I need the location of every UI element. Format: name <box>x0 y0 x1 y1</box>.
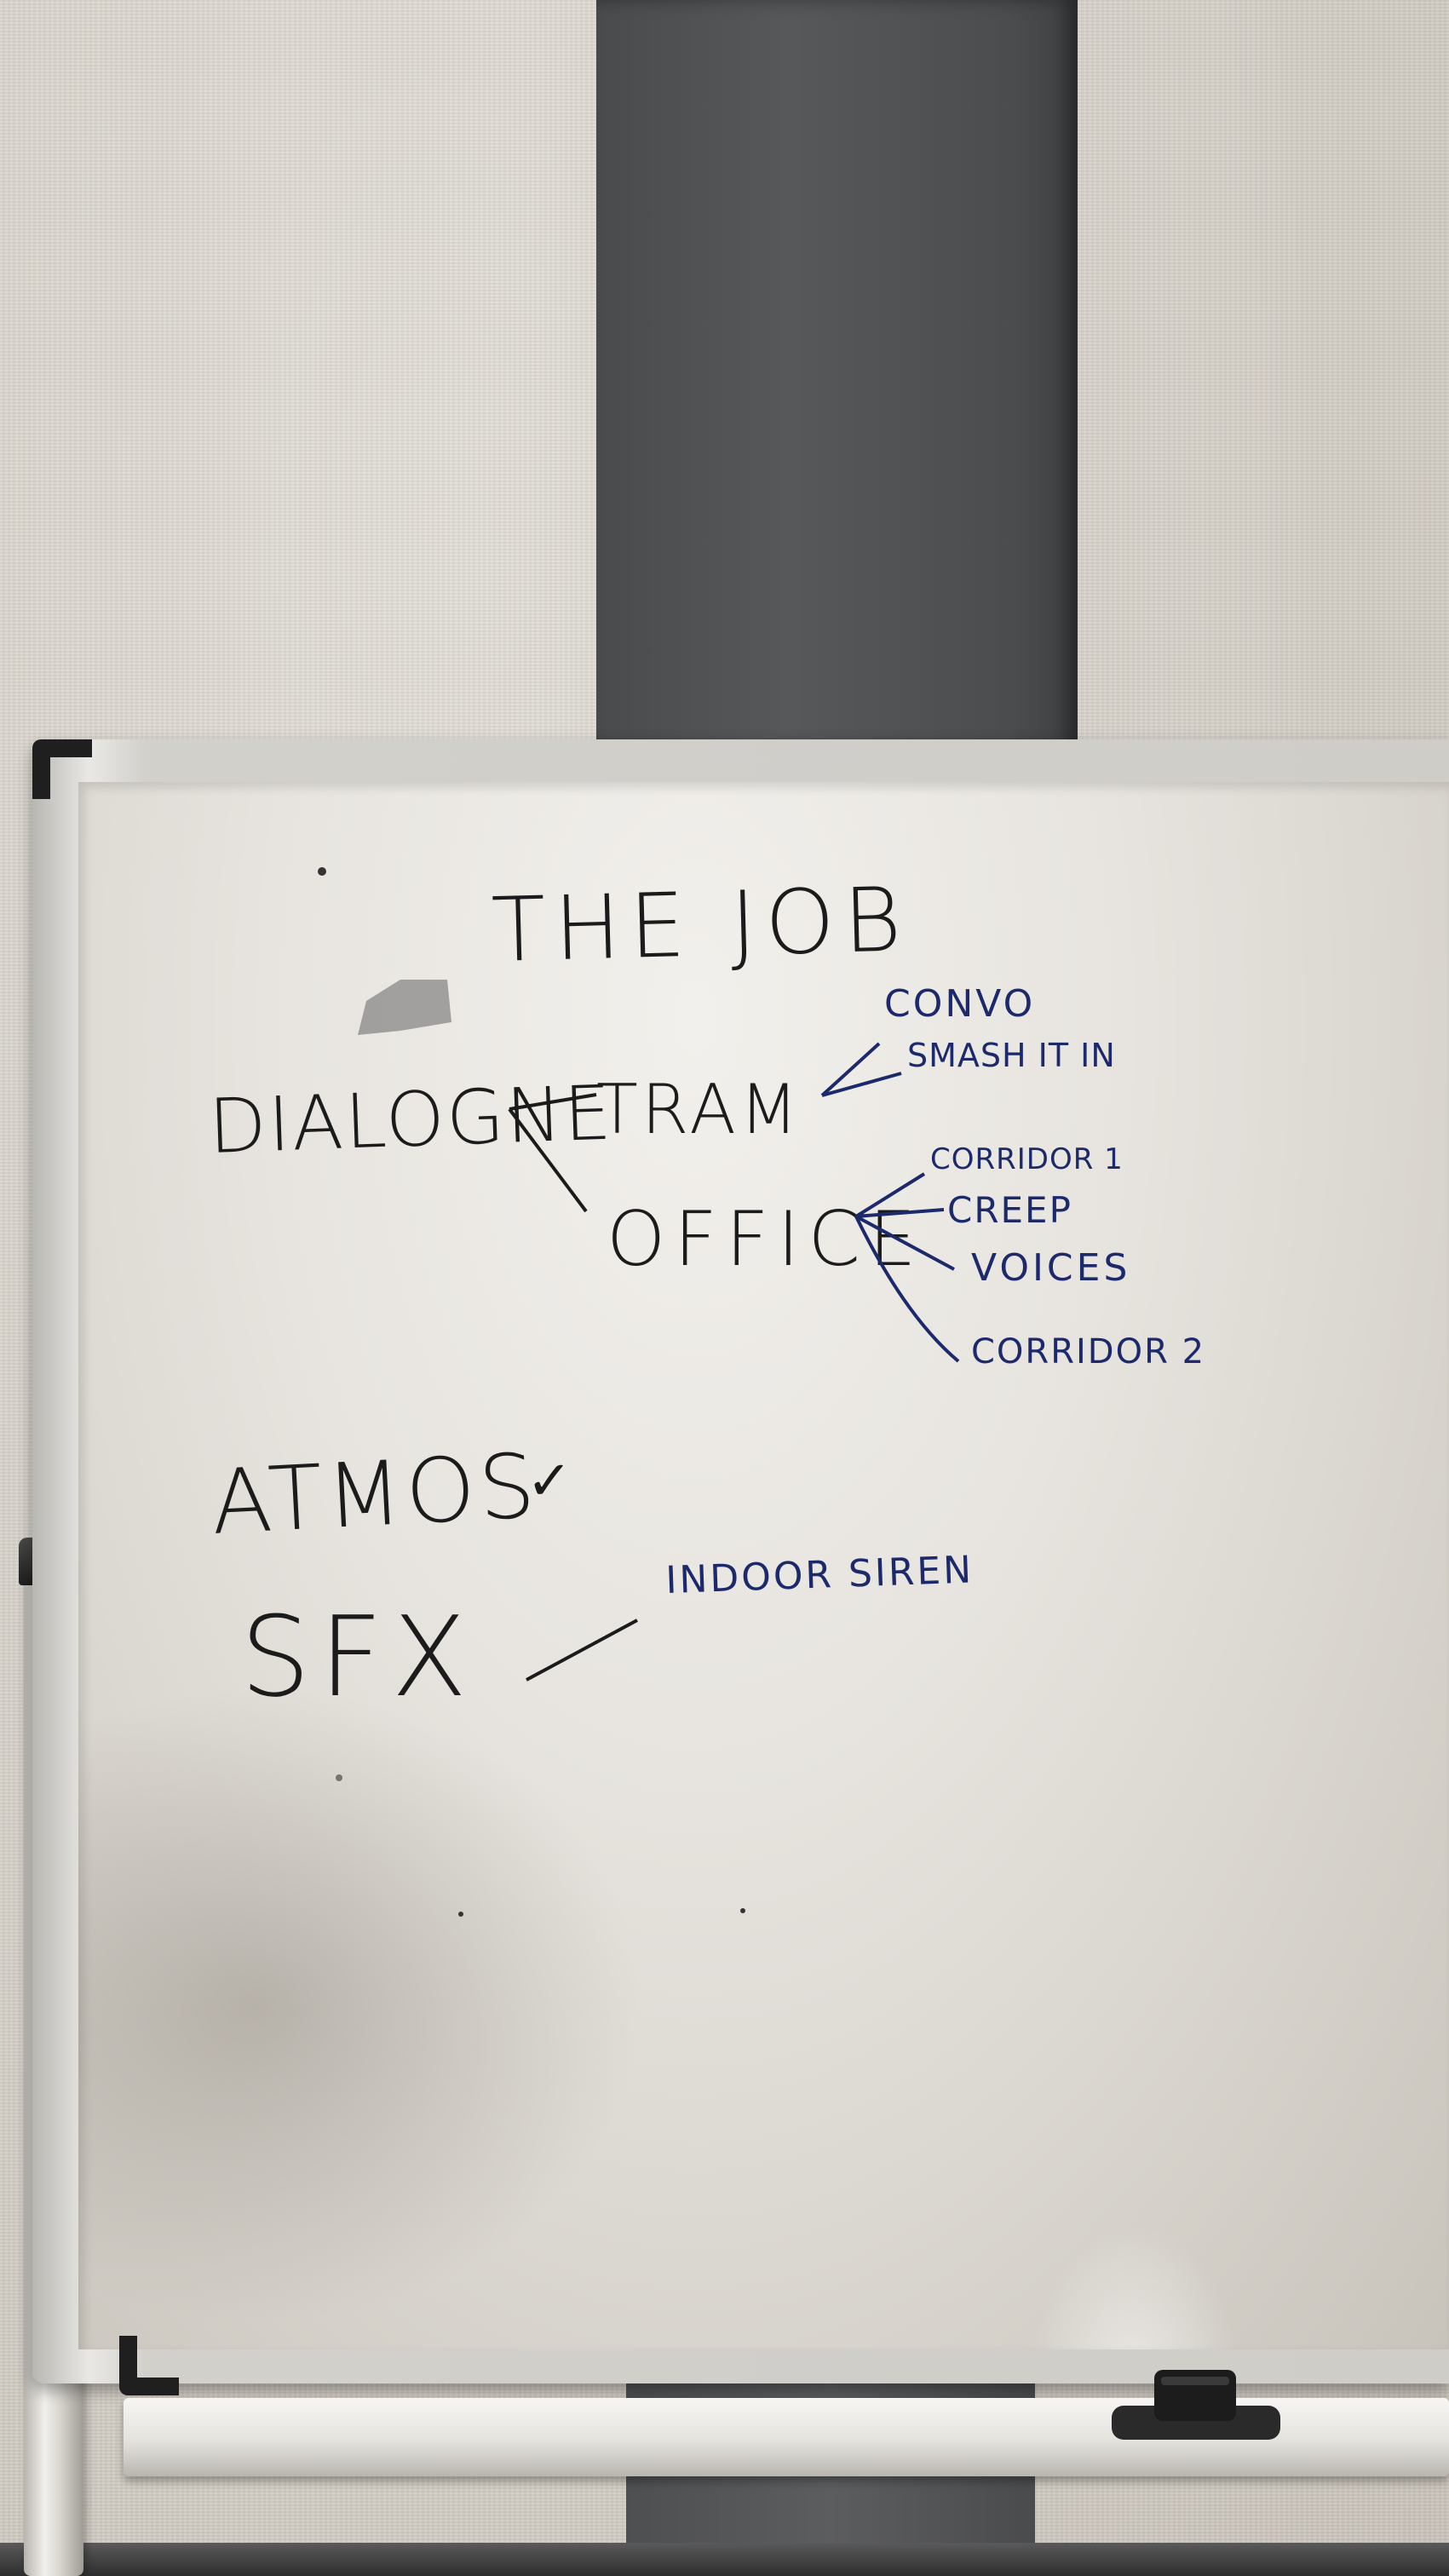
sfx-label: SFX <box>240 1592 475 1722</box>
dialogue-label: DIALOGNE <box>207 1068 614 1170</box>
board-title: THE JOB <box>490 867 911 982</box>
office-item-corridor-2: CORRIDOR 2 <box>971 1332 1205 1371</box>
sfx-item-indoor-siren: INDOOR SIREN <box>665 1548 975 1602</box>
atmos-check: ✓ <box>526 1450 572 1513</box>
tram-branch-lines <box>820 1042 902 1097</box>
office-label: OFFICE <box>607 1195 925 1283</box>
tram-item-smash: SMASH IT IN <box>907 1037 1116 1074</box>
sfx-branch-line <box>526 1619 638 1682</box>
office-item-corridor-1: CORRIDOR 1 <box>930 1142 1124 1176</box>
tram-item-convo: CONVO <box>884 982 1035 1026</box>
office-item-creep: CREEP <box>947 1189 1072 1231</box>
office-item-voices: VOICES <box>971 1246 1130 1290</box>
smudge-marks <box>318 867 745 1917</box>
whiteboard-writing: THE JOB DIALOGNE TRAM OFFICE CONVO SMASH… <box>207 867 1205 1917</box>
atmos-label: ATMOS <box>209 1434 541 1555</box>
tram-label: TRAM <box>596 1070 802 1149</box>
